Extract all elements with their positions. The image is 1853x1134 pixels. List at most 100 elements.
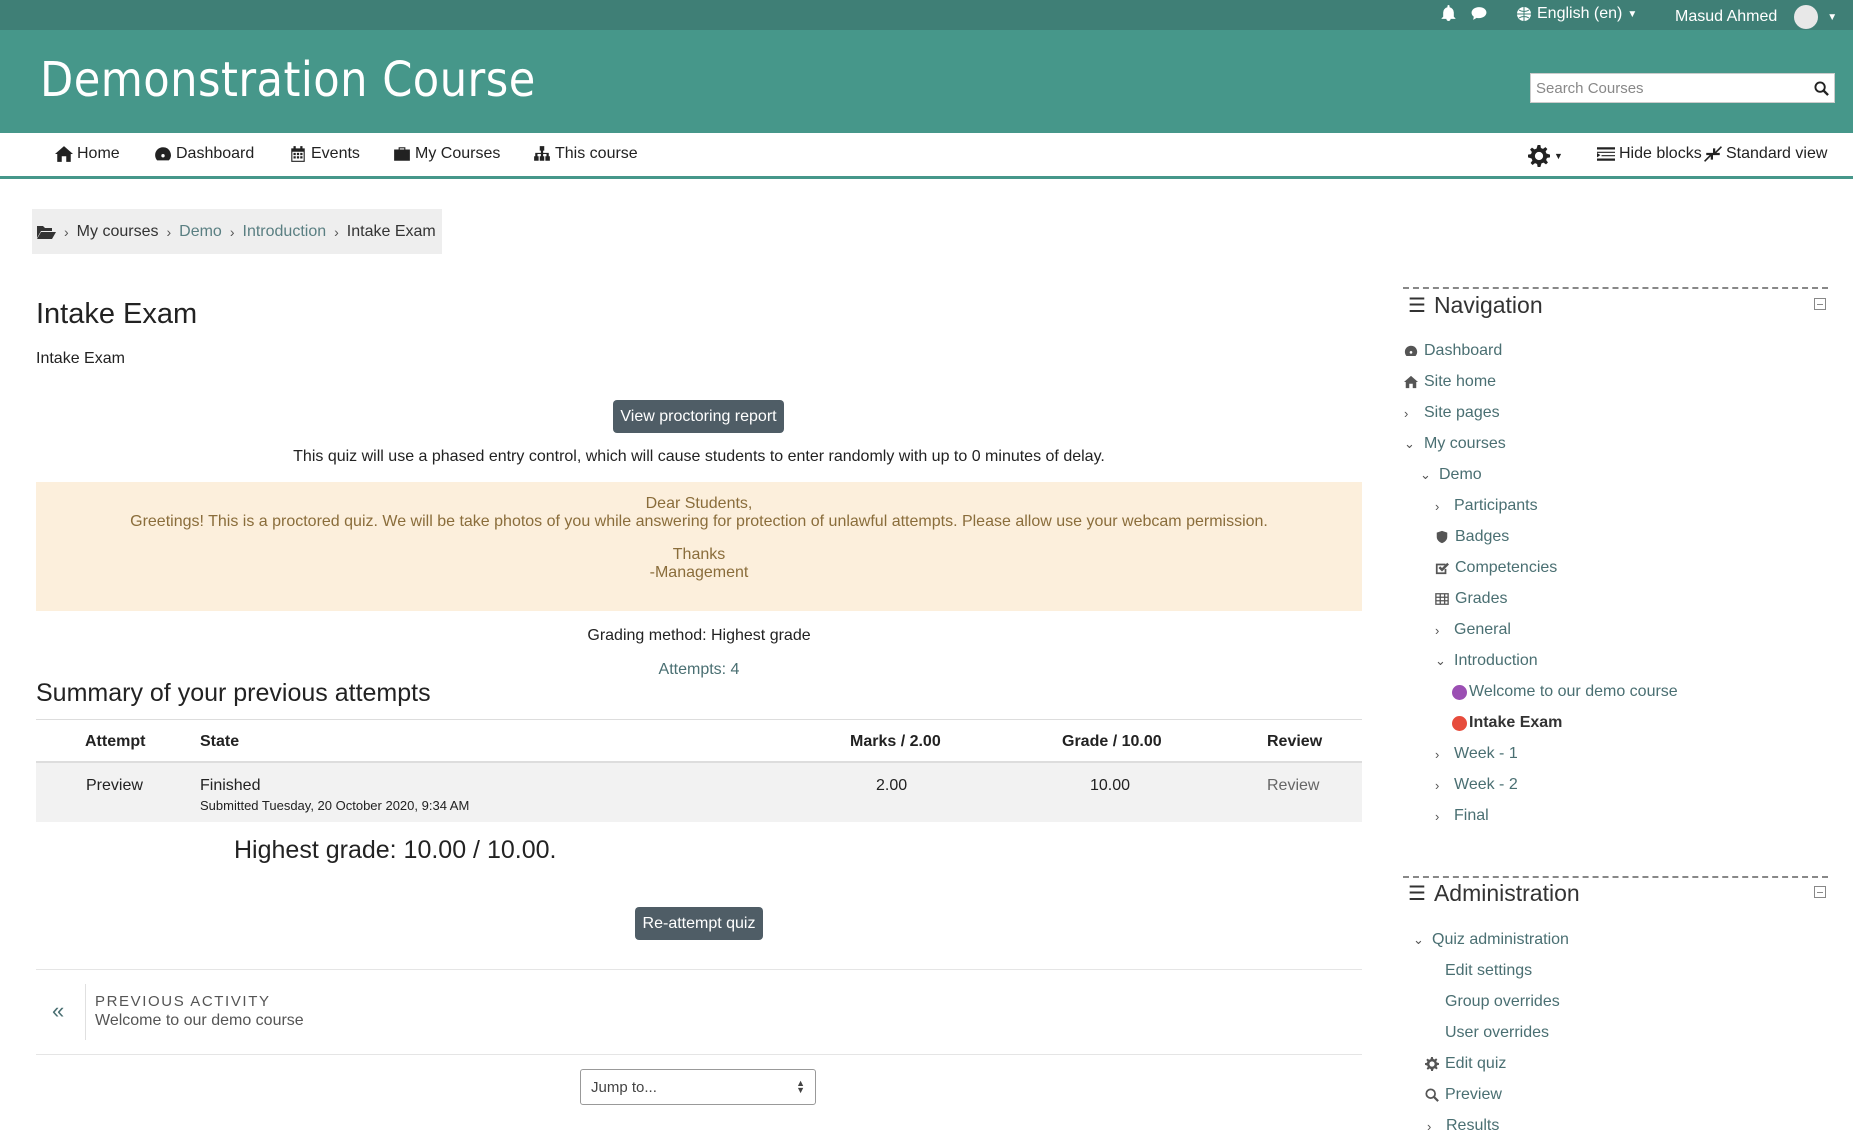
page-title: Intake Exam: [36, 298, 198, 330]
nav-block-final[interactable]: › Final: [1435, 807, 1489, 825]
caret-down-icon: ▼: [1827, 11, 1838, 23]
col-attempt: Attempt: [85, 733, 146, 750]
breadcrumb-demo[interactable]: Demo: [179, 223, 222, 241]
jump-to-select[interactable]: Jump to... ▲ ▼: [580, 1069, 816, 1105]
dashboard-icon: [155, 147, 171, 161]
nav-block-week-1-label: Week - 1: [1454, 745, 1518, 762]
top-bar: English (en) ▼ Masud Ahmed ▼: [0, 0, 1853, 30]
navigation-block-border: [1403, 287, 1828, 289]
chevron-right-icon: ›: [1435, 808, 1440, 824]
quiz-icon: [1452, 715, 1467, 731]
admin-preview[interactable]: Preview: [1425, 1086, 1502, 1104]
caret-down-icon: ▼: [1627, 8, 1638, 20]
main-navbar: Home Dashboard Events My Courses This co…: [0, 133, 1853, 179]
grading-method: Grading method: Highest grade: [587, 627, 811, 644]
nav-dashboard[interactable]: Dashboard: [154, 145, 254, 163]
chevron-right-icon: ›: [1435, 622, 1440, 638]
language-label: English (en): [1537, 5, 1623, 22]
nav-block-badges[interactable]: Badges: [1435, 528, 1509, 546]
table-icon: [1435, 593, 1449, 605]
select-arrows-icon: ▲ ▼: [796, 1078, 805, 1095]
course-settings-menu[interactable]: ▼: [1528, 145, 1563, 167]
dashboard-icon: [1404, 345, 1418, 356]
nav-block-intake-exam-label: Intake Exam: [1469, 714, 1563, 731]
nav-block-week-1[interactable]: › Week - 1: [1435, 745, 1518, 763]
search-courses-input[interactable]: [1531, 79, 1808, 97]
shield-icon: [1436, 530, 1448, 544]
collapse-icon[interactable]: [1814, 298, 1826, 310]
jump-to-value: Jump to...: [591, 1078, 657, 1096]
review-link[interactable]: Review: [1267, 777, 1319, 795]
avatar: [1794, 5, 1819, 29]
col-review: Review: [1267, 733, 1323, 750]
notice-greeting: Dear Students,: [645, 495, 753, 512]
nav-block-site-pages[interactable]: › Site pages: [1404, 404, 1500, 422]
previous-activity-name: Welcome to our demo course: [95, 1012, 304, 1029]
admin-quiz-administration[interactable]: ⌄ Quiz administration: [1413, 931, 1569, 949]
nav-home[interactable]: Home: [55, 145, 120, 163]
nav-block-intake-exam[interactable]: Intake Exam: [1452, 714, 1562, 732]
nav-block-welcome[interactable]: Welcome to our demo course: [1452, 683, 1678, 701]
divider: [85, 984, 86, 1040]
col-state: State: [200, 733, 240, 750]
view-proctoring-report-button[interactable]: View proctoring report: [613, 400, 784, 433]
messages-icon[interactable]: [1470, 5, 1488, 22]
table-row: Preview Finished Submitted Tuesday, 20 O…: [36, 763, 1362, 822]
admin-user-overrides[interactable]: User overrides: [1445, 1024, 1549, 1042]
chevron-down-icon: ⌄: [1413, 932, 1424, 947]
standard-view-button[interactable]: Standard view: [1704, 145, 1827, 163]
nav-block-site-home[interactable]: Site home: [1404, 373, 1496, 391]
admin-edit-quiz[interactable]: Edit quiz: [1425, 1055, 1506, 1073]
nav-block-dashboard[interactable]: Dashboard: [1404, 342, 1502, 360]
admin-edit-settings-label: Edit settings: [1445, 962, 1533, 979]
chevron-right-icon: ›: [1404, 405, 1409, 421]
nav-home-label: Home: [77, 145, 120, 162]
collapse-icon[interactable]: [1814, 886, 1826, 898]
cell-marks: 2.00: [876, 777, 908, 794]
breadcrumb-intake-exam[interactable]: Intake Exam: [347, 223, 436, 241]
nav-block-competencies[interactable]: Competencies: [1435, 559, 1557, 577]
nav-block-introduction[interactable]: ⌄ Introduction: [1435, 652, 1538, 670]
breadcrumb-introduction[interactable]: Introduction: [243, 223, 327, 241]
gear-icon: [1528, 145, 1550, 167]
nav-block-grades[interactable]: Grades: [1435, 590, 1507, 608]
user-menu[interactable]: Masud Ahmed ▼: [1675, 5, 1837, 29]
chevron-right-icon: ›: [229, 223, 235, 240]
cell-state: Finished: [200, 777, 261, 794]
admin-edit-settings[interactable]: Edit settings: [1445, 962, 1532, 980]
admin-group-overrides[interactable]: Group overrides: [1445, 993, 1560, 1011]
nav-events[interactable]: Events: [289, 145, 360, 163]
nav-this-course[interactable]: This course: [533, 145, 638, 163]
nav-block-week-2-label: Week - 2: [1454, 776, 1518, 793]
language-menu[interactable]: English (en) ▼: [1516, 5, 1637, 23]
reattempt-quiz-button[interactable]: Re-attempt quiz: [635, 907, 763, 940]
nav-block-participants[interactable]: › Participants: [1435, 497, 1538, 515]
chevron-right-icon: ›: [1427, 1118, 1432, 1134]
navigation-block-header: ☰ Navigation: [1408, 292, 1543, 319]
caret-down-icon: ▼: [1554, 151, 1563, 161]
admin-results[interactable]: › Results: [1427, 1117, 1499, 1134]
user-name: Masud Ahmed: [1675, 8, 1778, 25]
nav-block-demo[interactable]: ⌄ Demo: [1420, 466, 1482, 484]
list-icon: ☰: [1408, 295, 1426, 317]
breadcrumb-my-courses[interactable]: My courses: [77, 223, 159, 241]
nav-block-my-courses[interactable]: ⌄ My courses: [1404, 435, 1506, 453]
standard-view-label: Standard view: [1726, 145, 1828, 162]
cell-grade: 10.00: [1090, 777, 1131, 794]
nav-block-general[interactable]: › General: [1435, 621, 1511, 639]
attempts-link[interactable]: Attempts: 4: [36, 661, 1362, 679]
notifications-bell-icon[interactable]: [1440, 5, 1457, 22]
search-icon[interactable]: [1808, 80, 1834, 96]
admin-user-overrides-label: User overrides: [1445, 1024, 1550, 1041]
administration-block-header: ☰ Administration: [1408, 880, 1580, 907]
nav-block-week-2[interactable]: › Week - 2: [1435, 776, 1518, 794]
hide-blocks-button[interactable]: Hide blocks: [1597, 145, 1702, 163]
notice-signature: -Management: [649, 564, 749, 581]
gear-icon: [1425, 1057, 1439, 1071]
admin-group-overrides-label: Group overrides: [1445, 993, 1560, 1010]
folder-open-icon[interactable]: [36, 224, 56, 240]
nav-my-courses[interactable]: My Courses: [393, 145, 500, 163]
nav-block-welcome-label: Welcome to our demo course: [1469, 683, 1678, 700]
nav-my-courses-label: My Courses: [415, 145, 501, 162]
previous-activity-nav[interactable]: « PREVIOUS ACTIVITY Welcome to our demo …: [36, 969, 1362, 1055]
